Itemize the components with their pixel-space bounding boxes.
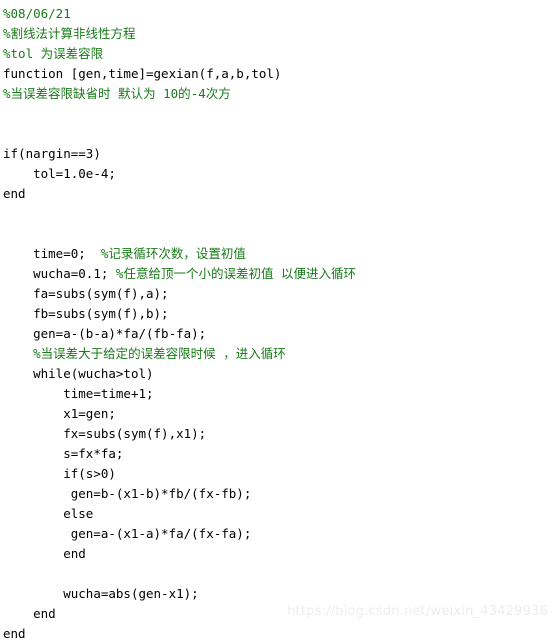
code-token-plain: wucha=0.1; <box>33 266 116 281</box>
code-line: wucha=0.1; %任意给顶一个小的误差初值 以便进入循环 <box>0 264 554 284</box>
code-token-comment: 次方 <box>205 86 231 101</box>
code-token-keyword: if <box>63 466 79 481</box>
code-line: gen=a-(x1-a)*fa/(fx-fa); <box>0 524 554 544</box>
code-token-plain: x1=gen; <box>63 406 116 421</box>
code-line: while(wucha>tol) <box>0 364 554 384</box>
code-line: function [gen,time]=gexian(f,a,b,tol) <box>0 64 554 84</box>
code-token-keyword: end <box>63 546 86 561</box>
code-token-keyword: else <box>63 506 94 521</box>
code-token-plain: gen=a-(x1-a)*fa/(fx-fa); <box>70 526 252 541</box>
code-token-plain: fx=subs(sym(f),x1); <box>63 426 207 441</box>
code-line: %当误差大于给定的误差容限时候 ，进入循环 <box>0 344 554 364</box>
code-line: end <box>0 624 554 644</box>
code-token-comment: % <box>33 346 41 361</box>
code-line: end <box>0 184 554 204</box>
code-token-comment: 记录循环次数，设置初值 <box>108 246 246 261</box>
code-line: if(s>0) <box>0 464 554 484</box>
code-line: %tol 为误差容限 <box>0 44 554 64</box>
code-listing: %08/06/21 %割线法计算非线性方程 %tol 为误差容限 function [… <box>0 0 554 644</box>
code-line: else <box>0 504 554 524</box>
code-token-plain: (wucha>tol) <box>70 366 154 381</box>
code-token-comment <box>111 86 119 101</box>
code-token-keyword: if <box>3 146 19 161</box>
code-token-comment: 默认为 <box>118 86 156 101</box>
code-token-comment: 以便进入循环 <box>280 266 356 281</box>
code-line: gen=b-(x1-b)*fb/(fx-fb); <box>0 484 554 504</box>
code-line: fa=subs(sym(f),a); <box>0 284 554 304</box>
code-line: %08/06/21 <box>0 4 554 24</box>
code-token-keyword: end <box>3 626 26 641</box>
code-screenshot-page: { "document": { "language": "MATLAB", "b… <box>0 0 554 641</box>
code-token-plain: [gen,time]=gexian(f,a,b,tol) <box>63 66 282 81</box>
code-token-plain: gen=a-(b-a)*fa/(fb-fa); <box>33 326 207 341</box>
code-token-plain: gen=b-(x1-b)*fb/(fx-fb); <box>70 486 252 501</box>
code-token-keyword: end <box>33 606 56 621</box>
code-line: gen=a-(b-a)*fa/(fb-fa); <box>0 324 554 344</box>
code-token-comment: %08/06/21 <box>3 6 71 21</box>
code-line: %割线法计算非线性方程 <box>0 24 554 44</box>
code-token-comment: % <box>3 26 11 41</box>
code-line: time=time+1; <box>0 384 554 404</box>
code-token-plain: tol=1.0e-4; <box>33 166 116 181</box>
code-token-plain: (nargin==3) <box>18 146 101 161</box>
code-token-comment: 割线法计算非线性方程 <box>10 26 136 41</box>
code-line: wucha=abs(gen-x1); <box>0 584 554 604</box>
code-token-comment: 的 <box>178 86 191 101</box>
code-line: fx=subs(sym(f),x1); <box>0 424 554 444</box>
code-line: fb=subs(sym(f),b); <box>0 304 554 324</box>
code-line: tol=1.0e-4; <box>0 164 554 184</box>
code-token-plain: wucha=abs(gen-x1); <box>63 586 199 601</box>
code-token-comment: ，进入循环 <box>223 346 286 361</box>
code-line: x1=gen; <box>0 404 554 424</box>
code-token-comment <box>273 266 281 281</box>
code-token-plain: time=time+1; <box>63 386 154 401</box>
code-token-comment: 当误差容限缺省时 <box>10 86 111 101</box>
code-token-plain: time=0; <box>33 246 101 261</box>
code-token-keyword: function <box>3 66 64 81</box>
code-token-plain: s=fx*fa; <box>63 446 124 461</box>
code-token-plain: fa=subs(sym(f),a); <box>33 286 169 301</box>
code-line: if(nargin==3) <box>0 144 554 164</box>
code-line: end <box>0 604 554 624</box>
code-token-plain: (s>0) <box>78 466 116 481</box>
code-line: time=0; %记录循环次数，设置初值 <box>0 244 554 264</box>
code-token-keyword: end <box>3 186 26 201</box>
code-token-comment: 为误差容限 <box>40 46 104 61</box>
code-token-comment: 任意给顶一个小的误差初值 <box>123 266 274 281</box>
code-line: %当误差容限缺省时 默认为 10的-4次方 <box>0 84 554 104</box>
code-token-comment: % <box>3 86 11 101</box>
code-token-keyword: while <box>33 366 71 381</box>
code-token-comment: %tol <box>3 46 41 61</box>
code-token-comment: -4 <box>190 86 206 101</box>
code-token-comment: 当误差大于给定的误差容限时候 <box>40 346 216 361</box>
code-line: s=fx*fa; <box>0 444 554 464</box>
code-token-plain: fb=subs(sym(f),b); <box>33 306 169 321</box>
code-token-comment: 10 <box>155 86 179 101</box>
code-line: end <box>0 544 554 564</box>
